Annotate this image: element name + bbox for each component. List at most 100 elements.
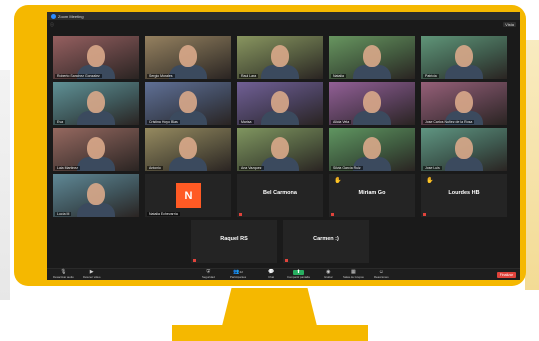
participant-video (87, 137, 105, 159)
zoom-logo-icon (51, 13, 56, 19)
participant-name: Raquel RS (220, 236, 248, 242)
title-bar: Zoom Meeting (47, 12, 520, 20)
participant-video-body (261, 157, 299, 171)
participant-tile[interactable]: N Natalia Echevarría (145, 174, 231, 217)
participant-name: Cristina Hoyo Blas (147, 120, 180, 124)
participant-name: Miriam Go (358, 190, 386, 196)
participant-video-body (169, 65, 207, 79)
participant-name: Sergio Morales (147, 74, 175, 78)
participant-name: Natalia Echevarría (147, 212, 180, 216)
participant-video (87, 183, 105, 205)
participant-tile[interactable]: Roberto Sanchez Gonzalez (53, 36, 139, 79)
participant-name: Lucía M (55, 212, 72, 216)
participant-video-body (169, 157, 207, 171)
participant-video-body (353, 111, 391, 125)
muted-mic-icon (285, 259, 288, 262)
participant-tile[interactable]: Antonio (145, 128, 231, 171)
participant-video (179, 91, 197, 113)
participants-count: 22 (239, 270, 243, 274)
participant-video-body (445, 65, 483, 79)
participant-tile[interactable]: Raquel RS (191, 220, 277, 263)
record-button[interactable]: ◉ Grabar (324, 270, 333, 280)
participant-name: Ana Vazquez (239, 166, 264, 170)
muted-mic-icon (239, 213, 242, 216)
chat-label: Chat (268, 275, 275, 279)
muted-mic-icon (193, 259, 196, 262)
participants-label: Participantes (230, 275, 247, 279)
participant-name: Raul Lara (239, 74, 259, 78)
meeting-toolbar: 🎙 Desactivar audio ▶ Detener video ⛨ Seg… (47, 268, 520, 280)
participant-video-body (77, 203, 115, 217)
reactions-button[interactable]: ☺ Reacciones (374, 270, 389, 280)
participant-name: Eva (55, 120, 66, 124)
mute-label: Desactivar audio (53, 275, 74, 279)
participant-video-body (353, 65, 391, 79)
mute-button[interactable]: 🎙 Desactivar audio (53, 270, 74, 280)
participant-tile[interactable]: Miriam Go ✋ (329, 174, 415, 217)
breakout-rooms-button[interactable]: ▦ Salas de Grupos (343, 270, 364, 280)
participant-name: Carmen :) (313, 236, 339, 242)
participant-tile[interactable]: Raul Lara (237, 36, 323, 79)
participant-name: Laia Martinez (55, 166, 81, 170)
participant-tile[interactable]: Patricia (421, 36, 507, 79)
participant-video (179, 137, 197, 159)
participant-tile[interactable]: Lucía M (53, 174, 139, 217)
participant-video (87, 45, 105, 67)
participant-name: Natalia (331, 74, 346, 78)
record-label: Grabar (324, 275, 333, 279)
participant-name: Patricia (423, 74, 439, 78)
participant-tile[interactable]: Eva (53, 82, 139, 125)
zoom-window: Zoom Meeting ⓘ Vista Roberto Sanchez Gon… (47, 12, 520, 280)
participant-tile[interactable]: Jose Carlos Nuñez de la Rosa (421, 82, 507, 125)
participant-tile[interactable]: Ana Vazquez (237, 128, 323, 171)
participant-video-body (261, 111, 299, 125)
participant-video (179, 45, 197, 67)
muted-mic-icon (331, 213, 334, 216)
participant-tile[interactable]: Bel Carmona (237, 174, 323, 217)
security-button[interactable]: ⛨ Seguridad (202, 270, 215, 280)
participant-name: Roberto Sanchez Gonzalez (55, 74, 102, 78)
participant-tile[interactable]: Alicia Vela (329, 82, 415, 125)
participant-video-body (445, 157, 483, 171)
view-toggle-button[interactable]: Vista (503, 22, 516, 27)
right-edge-decoration (525, 40, 539, 290)
participant-name: Silvia Garcia Ruiz (331, 166, 363, 170)
left-edge-decoration (0, 70, 10, 300)
raised-hand-icon: ✋ (334, 178, 342, 184)
participant-tile[interactable]: Silvia Garcia Ruiz (329, 128, 415, 171)
window-title: Zoom Meeting (58, 13, 84, 19)
end-meeting-button[interactable]: Finalizar (496, 272, 516, 278)
security-label: Seguridad (202, 275, 215, 279)
participant-name: Jose Carlos Nuñez de la Rosa (423, 120, 475, 124)
participant-tile[interactable]: Marisa (237, 82, 323, 125)
participant-tile[interactable]: Jose Luis (421, 128, 507, 171)
muted-mic-icon (423, 213, 426, 216)
participant-name: Lourdes HB (448, 190, 480, 196)
participant-tile[interactable]: Laia Martinez (53, 128, 139, 171)
participant-tile[interactable]: Natalia (329, 36, 415, 79)
participant-name: Bel Carmona (263, 190, 297, 196)
participant-name: Jose Luis (423, 166, 442, 170)
participant-video-body (77, 111, 115, 125)
raised-hand-icon: ✋ (426, 178, 434, 184)
participant-video (271, 137, 289, 159)
breakout-label: Salas de Grupos (343, 275, 364, 279)
participant-video (363, 91, 381, 113)
participant-tile[interactable]: Cristina Hoyo Blas (145, 82, 231, 125)
participants-button[interactable]: 👥22 Participantes (230, 270, 247, 280)
video-label: Detener video (83, 275, 101, 279)
share-label: Compartir pantalla (287, 275, 310, 279)
participant-tile[interactable]: Lourdes HB ✋ (421, 174, 507, 217)
participant-name: Antonio (147, 166, 163, 170)
chat-button[interactable]: 💬 Chat (268, 270, 275, 280)
participant-tile[interactable]: Carmen :) (283, 220, 369, 263)
participant-video (455, 137, 473, 159)
participant-tile[interactable]: Sergio Morales (145, 36, 231, 79)
share-screen-button[interactable]: ⬆ Compartir pantalla (287, 270, 310, 280)
illustration: Zoom Meeting ⓘ Vista Roberto Sanchez Gon… (0, 0, 539, 341)
participant-avatar: N (176, 183, 201, 208)
participant-video (455, 91, 473, 113)
video-button[interactable]: ▶ Detener video (83, 270, 101, 280)
participant-name: Alicia Vela (331, 120, 352, 124)
meeting-info-icon[interactable]: ⓘ (50, 22, 54, 28)
